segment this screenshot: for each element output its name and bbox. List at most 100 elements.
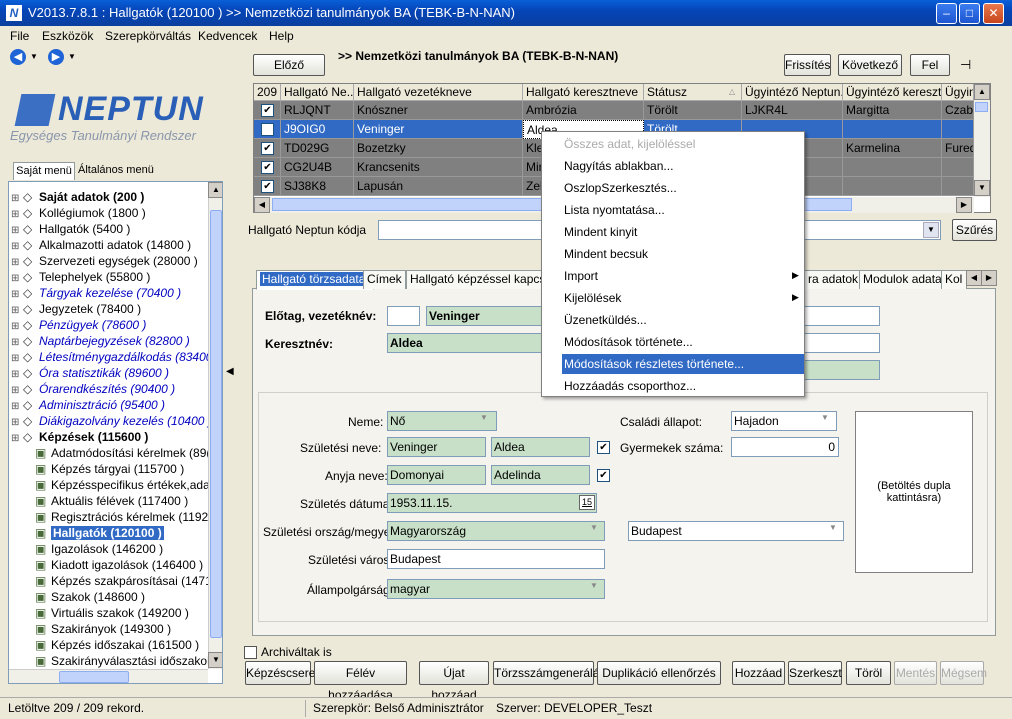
ctx-nagyitas[interactable]: Nagyítás ablakban... bbox=[564, 156, 804, 176]
menu-file[interactable]: File bbox=[10, 29, 29, 43]
grid-cell[interactable] bbox=[843, 177, 942, 196]
hozzaad-button[interactable]: Hozzáad bbox=[732, 661, 785, 685]
photo-box[interactable]: (Betöltés dupla kattintásra) bbox=[855, 411, 973, 573]
tree-expand-icon[interactable]: ⊞ bbox=[11, 433, 23, 444]
tree-item[interactable]: ⊞ ◇ Naptárbejegyzések (82800 ) bbox=[11, 334, 190, 350]
tree-item[interactable]: ⊞ ◇ Telephelyek (55800 ) bbox=[11, 270, 150, 286]
tree-item[interactable]: ▣ Hallgatók (120100 ) bbox=[11, 526, 164, 542]
tree-item[interactable]: ⊞ ◇ Alkalmazotti adatok (14800 ) bbox=[11, 238, 191, 254]
tree-expand-icon[interactable]: ⊞ bbox=[11, 225, 23, 236]
grid-cell[interactable] bbox=[843, 120, 942, 139]
grid-cell[interactable]: TD029G bbox=[281, 139, 354, 158]
row-checkbox-cell[interactable]: ✔ bbox=[254, 120, 281, 139]
szul-datum-input[interactable]: 1953.11.15. bbox=[387, 493, 597, 513]
gyermek-input[interactable]: 0 bbox=[731, 437, 839, 457]
calendar-icon[interactable]: 15 bbox=[579, 495, 595, 510]
grid-cell[interactable]: Lapusán bbox=[354, 177, 523, 196]
forward-arrow-icon[interactable]: ▶ bbox=[48, 49, 64, 65]
tree-item[interactable]: ▣ Szakirányválasztási időszakol bbox=[11, 654, 210, 670]
tree-expand-icon[interactable]: ⊞ bbox=[11, 321, 23, 332]
neme-dropdown-icon[interactable]: ▼ bbox=[480, 413, 488, 422]
tree-expand-icon[interactable]: ⊞ bbox=[11, 385, 23, 396]
szul-keresztnev-input[interactable]: Aldea bbox=[491, 437, 590, 457]
grid-cell[interactable]: Veninger bbox=[354, 120, 523, 139]
grid-header-statusz[interactable]: Státusz bbox=[644, 84, 742, 101]
tree-item[interactable]: ⊞ ◇ Saját adatok (200 ) bbox=[11, 190, 144, 206]
tree-expand-icon[interactable]: ⊞ bbox=[11, 241, 23, 252]
grid-header-ugyintezo-neptun[interactable]: Ügyintéző Neptun... bbox=[742, 84, 843, 101]
tree-expand-icon[interactable]: ⊞ bbox=[11, 193, 23, 204]
row-checkbox[interactable]: ✔ bbox=[261, 104, 274, 117]
grid-cell[interactable]: LJKR4L bbox=[742, 101, 843, 120]
grid-cell[interactable]: Törölt bbox=[644, 101, 742, 120]
csaladi-dropdown-icon[interactable]: ▼ bbox=[821, 413, 829, 422]
menu-kedvencek[interactable]: Kedvencek bbox=[198, 29, 257, 43]
filter-dropdown-icon[interactable]: ▼ bbox=[923, 222, 939, 238]
grid-cell[interactable] bbox=[942, 158, 974, 177]
grid-cell[interactable]: Knószner bbox=[354, 101, 523, 120]
ctx-kijelolesek[interactable]: Kijelölések bbox=[564, 288, 804, 308]
row-checkbox[interactable]: ✔ bbox=[261, 161, 274, 174]
tree-item[interactable]: ▣ Igazolások (146200 ) bbox=[11, 542, 163, 558]
grid-cell[interactable]: J9OIG0 bbox=[281, 120, 354, 139]
tree-item[interactable]: ⊞ ◇ Óra statisztikák (89600 ) bbox=[11, 366, 169, 382]
tree-expand-icon[interactable]: ⊞ bbox=[11, 257, 23, 268]
menu-help[interactable]: Help bbox=[269, 29, 294, 43]
grid-header-keresztnev[interactable]: Hallgató keresztneve bbox=[523, 84, 644, 101]
row-checkbox[interactable]: ✔ bbox=[261, 123, 274, 136]
ctx-lista-nyomtatasa[interactable]: Lista nyomtatása... bbox=[564, 200, 804, 220]
szul-varos-input[interactable]: Budapest bbox=[387, 549, 605, 569]
megsem-button[interactable]: Mégsem bbox=[940, 661, 987, 685]
grid-header-vezeteknev[interactable]: Hallgató vezetékneve bbox=[354, 84, 523, 101]
scroll-down-icon[interactable]: ▼ bbox=[208, 652, 222, 668]
megye-dropdown-icon[interactable]: ▼ bbox=[829, 523, 837, 532]
tree-item[interactable]: ⊞ ◇ Órarendkészítés (90400 ) bbox=[11, 382, 175, 398]
grid-header-ugyin[interactable]: Ügyin bbox=[942, 84, 974, 101]
grid-cell[interactable]: RLJQNT bbox=[281, 101, 354, 120]
ctx-import[interactable]: Import bbox=[564, 266, 804, 286]
ctx-modositasok-reszletes[interactable]: Módosítások részletes története... bbox=[562, 354, 804, 374]
torzsszamgeneralas-button[interactable]: Törzsszámgenerálás bbox=[493, 661, 605, 685]
felev-hozzaadasa-button[interactable]: Félév hozzáadása bbox=[314, 661, 407, 702]
duplikacio-button[interactable]: Duplikáció ellenőrzés bbox=[597, 661, 721, 685]
tree-item[interactable]: ▣ Regisztrációs kérelmek (1192 bbox=[11, 510, 208, 526]
menu-szerepkorvaltas[interactable]: Szerepkörváltás bbox=[105, 29, 191, 43]
tab-torzsadatai[interactable]: Hallgató törzsadatai bbox=[256, 270, 375, 290]
scroll-up-icon[interactable]: ▲ bbox=[208, 182, 222, 198]
grid-cell[interactable]: Krancsenits bbox=[354, 158, 523, 177]
mentes-button[interactable]: Mentés bbox=[894, 661, 937, 685]
grid-scroll-right-icon[interactable]: ▶ bbox=[956, 197, 972, 213]
right-field-2[interactable] bbox=[800, 333, 880, 353]
tab-sajat-menu[interactable]: Saját menü bbox=[13, 162, 75, 180]
tab-altalanos-menu[interactable]: Általános menü bbox=[78, 164, 154, 176]
close-button[interactable]: ✕ bbox=[983, 3, 1004, 24]
tree-expand-icon[interactable]: ⊞ bbox=[11, 305, 23, 316]
orszag-dropdown-icon[interactable]: ▼ bbox=[590, 523, 598, 532]
grid-header-ugyintezo-kereszt[interactable]: Ügyintéző kereszt... bbox=[843, 84, 942, 101]
tree-item[interactable]: ▣ Aktuális félévek (117400 ) bbox=[11, 494, 188, 510]
tree-expand-icon[interactable]: ⊞ bbox=[11, 273, 23, 284]
right-field-3[interactable] bbox=[800, 360, 880, 380]
tree-item[interactable]: ⊞ ◇ Pénzügyek (78600 ) bbox=[11, 318, 146, 334]
torol-button[interactable]: Töröl bbox=[846, 661, 891, 685]
tree-item[interactable]: ⊞ ◇ Létesítménygazdálkodás (83400 bbox=[11, 350, 212, 366]
next-button[interactable]: Következő bbox=[838, 54, 902, 76]
kepzescsere-button[interactable]: Képzéscsere bbox=[245, 661, 315, 685]
tree-expand-icon[interactable]: ⊞ bbox=[11, 417, 23, 428]
szul-nev-checkbox[interactable]: ✔ bbox=[597, 441, 610, 454]
grid-scroll-down-icon[interactable]: ▼ bbox=[974, 180, 990, 196]
up-button[interactable]: Fel bbox=[910, 54, 950, 76]
refresh-button[interactable]: Frissítés bbox=[784, 54, 831, 76]
szul-vezeteknev-input[interactable]: Veninger bbox=[387, 437, 486, 457]
menu-eszkozok[interactable]: Eszközök bbox=[42, 29, 93, 43]
tree-item[interactable]: ⊞ ◇ Kollégiumok (1800 ) bbox=[11, 206, 146, 222]
back-dropdown-icon[interactable]: ▼ bbox=[30, 52, 38, 61]
ctx-uzenetkuldes[interactable]: Üzenetküldés... bbox=[564, 310, 804, 330]
grid-cell[interactable] bbox=[942, 120, 974, 139]
row-checkbox-cell[interactable]: ✔ bbox=[254, 158, 281, 177]
prev-button[interactable]: Előző bbox=[253, 54, 325, 76]
tree-expand-icon[interactable]: ⊞ bbox=[11, 353, 23, 364]
anyja-keresztnev-input[interactable]: Adelinda bbox=[491, 465, 590, 485]
grid-cell[interactable]: Bozetzky bbox=[354, 139, 523, 158]
tab-modulok[interactable]: Modulok adatai bbox=[859, 270, 949, 289]
